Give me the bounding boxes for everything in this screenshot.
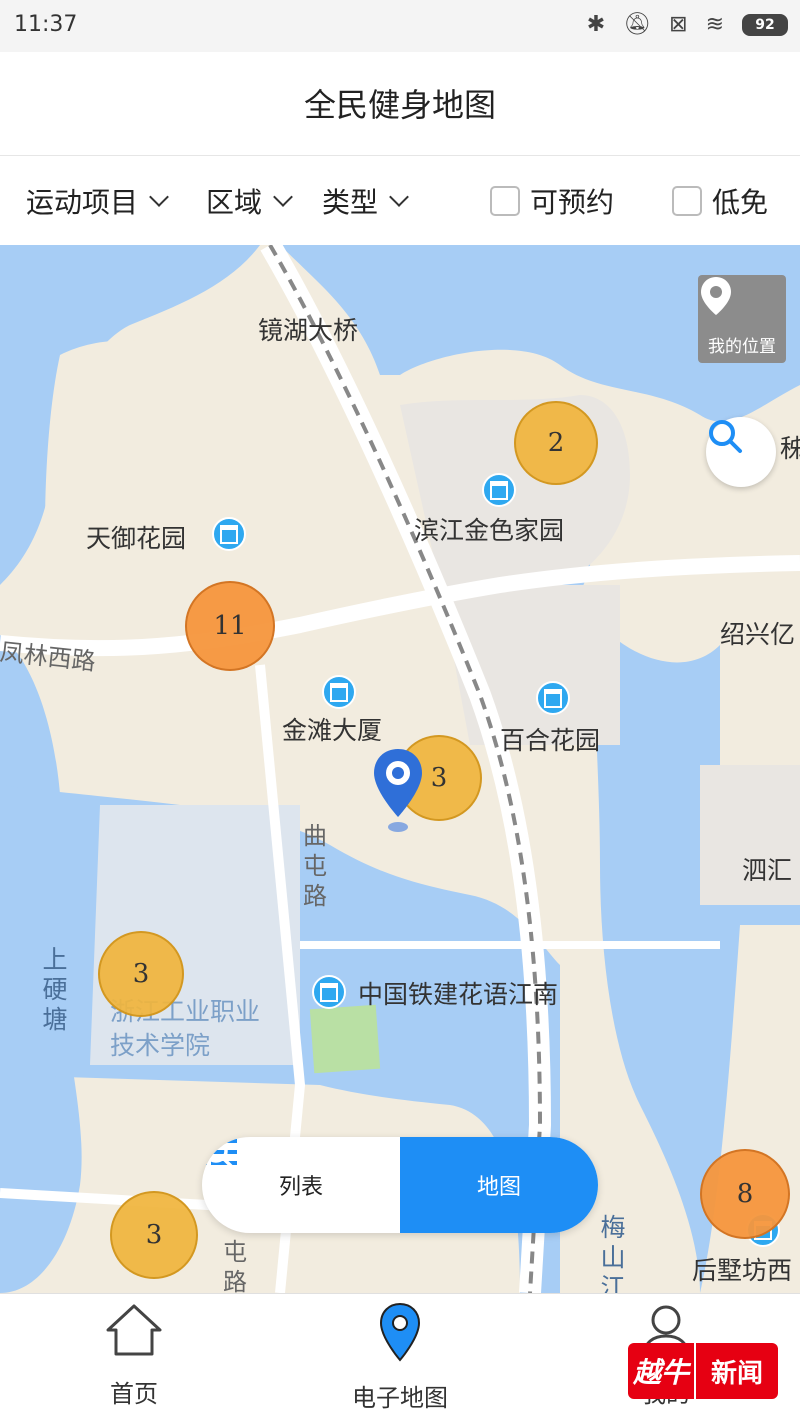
cluster-marker[interactable]: 11 bbox=[185, 581, 275, 671]
news-watermark: 越牛 新闻 bbox=[628, 1343, 778, 1399]
chevron-down-icon bbox=[389, 187, 409, 207]
wifi-icon: ≋ bbox=[705, 12, 724, 37]
sport-filter-label: 运动项目 bbox=[26, 186, 139, 219]
location-pin-icon bbox=[374, 749, 422, 832]
type-filter[interactable]: 类型 bbox=[322, 181, 409, 221]
area-filter-label: 区域 bbox=[206, 186, 263, 219]
area-filter[interactable]: 区域 bbox=[206, 181, 293, 221]
map-search-button[interactable] bbox=[706, 417, 776, 487]
chevron-down-icon bbox=[273, 187, 293, 207]
cluster-marker[interactable]: 3 bbox=[110, 1191, 198, 1279]
home-icon bbox=[106, 1304, 162, 1356]
map-label-meishan: 梅山江 bbox=[600, 1213, 626, 1293]
watermark-logo: 越牛 bbox=[632, 1356, 689, 1389]
my-location-label: 我的位置 bbox=[708, 337, 776, 357]
map-label-bridge: 镜湖大桥 bbox=[258, 316, 359, 345]
low-cost-label: 低免 bbox=[712, 186, 769, 219]
sim-icon: ⊠ bbox=[669, 12, 688, 37]
nav-home[interactable]: 首页 bbox=[54, 1302, 214, 1409]
list-view-label: 列表 bbox=[278, 1175, 323, 1200]
map-view[interactable]: 镜湖大桥 天御花园 滨江金色家园 凤林西路 绍兴亿 秭 金滩大厦 百合花园 曲屯… bbox=[0, 245, 800, 1293]
poi-building-icon[interactable] bbox=[322, 675, 356, 709]
map-label-houshu: 后墅坊西 bbox=[692, 1256, 793, 1285]
map-label-baihe: 百合花园 bbox=[500, 726, 601, 755]
search-icon bbox=[204, 1139, 235, 1170]
nav-emap[interactable]: 电子地图 bbox=[320, 1302, 480, 1413]
map-label-shangying: 上硬塘 bbox=[42, 945, 68, 1034]
app-header: 全民健身地图 bbox=[0, 52, 800, 156]
bluetooth-icon: ✱ bbox=[586, 12, 606, 37]
type-filter-label: 类型 bbox=[322, 186, 379, 219]
filter-bar: 运动项目 区域 类型 可预约 低免 bbox=[0, 157, 800, 245]
map-label-sihui: 泗汇 bbox=[742, 856, 793, 885]
map-label-tianyu: 天御花园 bbox=[86, 524, 187, 553]
poi-building-icon[interactable] bbox=[482, 473, 516, 507]
map-label-jintan: 金滩大厦 bbox=[282, 716, 383, 745]
status-bar: 11:37 ✱ 🔕︎ ⊠ ≋ 92 bbox=[0, 0, 800, 52]
view-toggle[interactable]: 列表 地图 bbox=[202, 1137, 598, 1233]
chevron-down-icon bbox=[149, 187, 169, 207]
cluster-marker[interactable]: 3 bbox=[98, 931, 184, 1017]
map-label-zhongtie: 中国铁建花语江南 bbox=[358, 980, 559, 1009]
map-label-binjiang: 滨江金色家园 bbox=[414, 516, 565, 545]
map-label-quzhun: 曲屯路 bbox=[303, 822, 327, 910]
status-icons: ✱ 🔕︎ ⊠ ≋ 92 bbox=[587, 10, 788, 40]
poi-building-icon[interactable] bbox=[536, 681, 570, 715]
nav-emap-label: 电子地图 bbox=[352, 1384, 448, 1412]
bookable-label: 可预约 bbox=[530, 186, 615, 219]
battery-icon: 92 bbox=[742, 14, 788, 36]
location-pin-icon bbox=[379, 1302, 421, 1362]
status-time: 11:37 bbox=[14, 12, 78, 37]
poi-building-icon[interactable] bbox=[212, 517, 246, 551]
watermark-text: 新闻 bbox=[694, 1343, 778, 1399]
nav-home-label: 首页 bbox=[110, 1380, 158, 1408]
my-location-button[interactable]: 我的位置 bbox=[698, 275, 786, 363]
search-icon bbox=[709, 420, 742, 453]
poi-building-icon[interactable] bbox=[312, 975, 346, 1009]
mute-icon: 🔕︎ bbox=[623, 12, 652, 37]
map-label-qiao: 秭 bbox=[780, 434, 800, 463]
page-title: 全民健身地图 bbox=[303, 86, 496, 124]
map-label-road-bottom: 屯路 bbox=[223, 1238, 247, 1293]
checkbox-box[interactable] bbox=[672, 186, 702, 216]
bookable-checkbox[interactable]: 可预约 bbox=[490, 181, 614, 221]
low-cost-checkbox[interactable]: 低免 bbox=[672, 181, 768, 221]
cluster-marker[interactable]: 8 bbox=[700, 1149, 790, 1239]
location-pin-icon bbox=[701, 277, 731, 315]
map-view-button[interactable]: 地图 bbox=[204, 1137, 598, 1233]
cluster-marker[interactable]: 2 bbox=[514, 401, 598, 485]
sport-filter[interactable]: 运动项目 bbox=[26, 181, 169, 221]
map-view-label: 地图 bbox=[476, 1175, 521, 1200]
map-label-shaoxing: 绍兴亿 bbox=[720, 620, 796, 649]
checkbox-box[interactable] bbox=[490, 186, 520, 216]
